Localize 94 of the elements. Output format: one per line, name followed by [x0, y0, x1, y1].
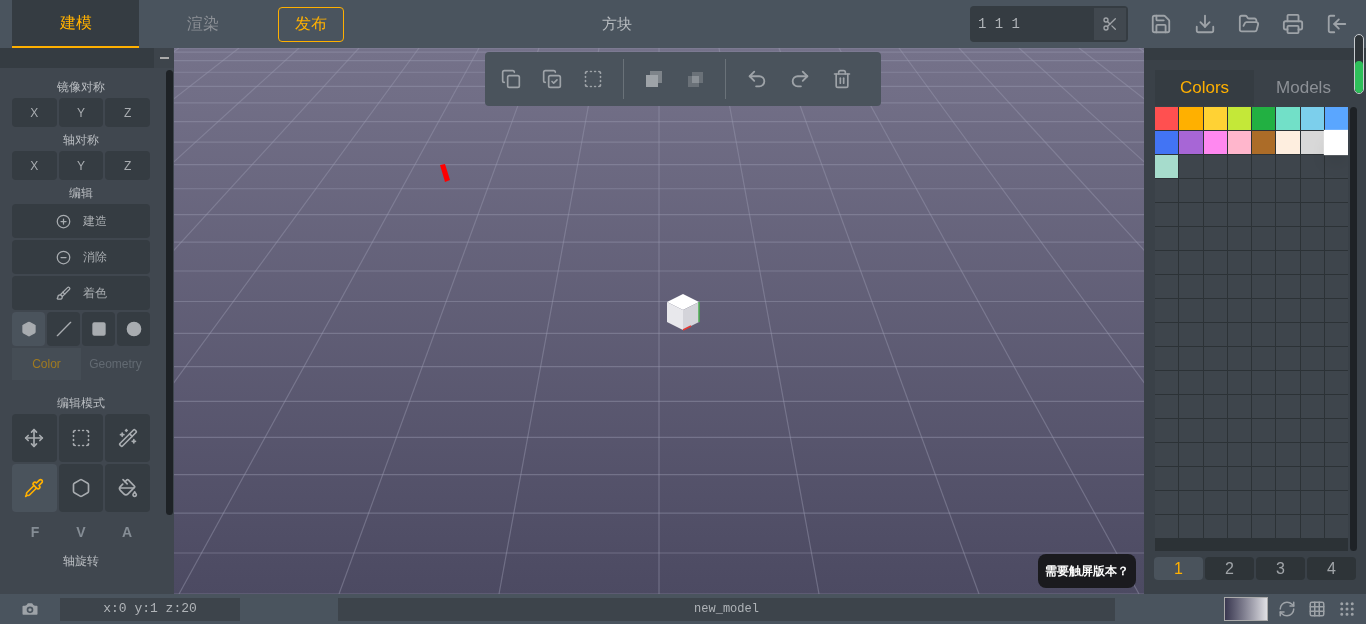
section-title: 轴旋转: [62, 553, 100, 570]
folder-icon[interactable]: [1238, 13, 1260, 35]
color-swatch[interactable]: [1155, 107, 1179, 130]
page-tab[interactable]: 1: [1154, 557, 1203, 580]
color-swatch[interactable]: [1179, 107, 1203, 130]
color-swatch[interactable]: [1155, 155, 1179, 178]
tooltip: 需要触屏版本？: [1038, 554, 1136, 588]
circle-icon: [125, 321, 142, 337]
section-title: 编辑模式: [56, 395, 106, 412]
layers-icon[interactable]: [644, 69, 664, 89]
color-swatch[interactable]: [1300, 107, 1324, 130]
cube-drawing: [665, 293, 701, 331]
axis-button[interactable]: Z: [105, 98, 150, 127]
erase-icon: [55, 249, 71, 265]
shape-tool-button[interactable]: [47, 312, 80, 346]
download-icon[interactable]: [1194, 13, 1216, 35]
marker-drawing: [439, 163, 451, 183]
fva-button[interactable]: F: [12, 516, 58, 548]
color-swatch[interactable]: [1203, 107, 1227, 130]
section-title: 轴对称: [62, 132, 100, 149]
redo-icon[interactable]: [789, 68, 811, 90]
edit-action-button[interactable]: 建造: [12, 204, 150, 238]
axis-button[interactable]: X: [12, 151, 57, 180]
color-swatch[interactable]: [1155, 131, 1179, 154]
dots-grid-icon[interactable]: [1338, 600, 1356, 618]
copy-icon[interactable]: [501, 69, 521, 89]
axis-button[interactable]: X: [12, 98, 57, 127]
page-tab[interactable]: 4: [1307, 557, 1356, 580]
scissors-icon: [1102, 16, 1118, 32]
trash-icon[interactable]: [832, 69, 852, 89]
color-swatch[interactable]: [1252, 107, 1276, 130]
selection-icon: [71, 428, 91, 448]
shape-tool-button[interactable]: [82, 312, 115, 346]
color-swatch[interactable]: [1227, 107, 1251, 130]
line-icon: [55, 321, 72, 337]
axis-button[interactable]: Y: [58, 151, 104, 180]
edit-action-button[interactable]: 消除: [12, 240, 150, 274]
edit-mode-button[interactable]: [12, 414, 57, 462]
edit-mode-button[interactable]: [58, 464, 104, 512]
size-input[interactable]: 1 1 1: [970, 13, 1094, 35]
shape-tool-button[interactable]: [117, 312, 150, 346]
coordinates-display: x:0 y:1 z:20: [60, 597, 240, 621]
model-title: 方块: [602, 13, 632, 34]
section-title: 编辑: [68, 185, 94, 202]
wand-icon: [117, 428, 138, 448]
cube-icon: [20, 321, 37, 337]
save-icon[interactable]: [1150, 13, 1172, 35]
color-swatch[interactable]: [1179, 131, 1203, 154]
rotate-icon[interactable]: [1278, 600, 1296, 618]
edit-action-button[interactable]: 着色: [12, 276, 150, 310]
library-tab[interactable]: Colors: [1155, 70, 1254, 106]
brush-icon: [55, 285, 71, 301]
size-field[interactable]: 1 1 1: [970, 6, 1128, 42]
section-title: 镜像对称: [56, 79, 106, 96]
page-tab[interactable]: 2: [1205, 557, 1254, 580]
minus-icon: [159, 57, 169, 59]
3d-viewport[interactable]: 需要触屏版本？: [174, 48, 1144, 594]
pipette-icon: [24, 478, 45, 498]
dashed-square-icon[interactable]: [583, 69, 603, 89]
library-tab[interactable]: Models: [1254, 70, 1353, 106]
exit-icon[interactable]: [1326, 13, 1348, 35]
move-icon: [24, 428, 45, 448]
layers-icon[interactable]: [685, 69, 705, 89]
publish-button[interactable]: 发布: [278, 6, 344, 42]
color-swatch[interactable]: [1227, 131, 1251, 154]
color-swatch[interactable]: [1203, 131, 1227, 154]
color-swatch[interactable]: [1300, 131, 1324, 154]
printer-icon[interactable]: [1282, 13, 1304, 35]
grid-icon[interactable]: [1308, 600, 1326, 618]
paint-bucket-icon: [117, 478, 138, 498]
edit-mode-button[interactable]: [105, 464, 150, 512]
fva-button[interactable]: A: [104, 516, 150, 548]
add-icon: [55, 213, 71, 229]
fva-button[interactable]: V: [58, 516, 104, 548]
color-swatch[interactable]: [1276, 131, 1300, 154]
axis-button[interactable]: Z: [105, 151, 150, 180]
zoom-slider[interactable]: [1354, 34, 1364, 94]
axis-button[interactable]: Y: [58, 98, 104, 127]
page-tab[interactable]: 3: [1256, 557, 1305, 580]
shape-tool-button[interactable]: [12, 312, 45, 346]
edit-mode-button[interactable]: [105, 414, 150, 462]
color-swatch[interactable]: [1252, 131, 1276, 154]
undo-icon[interactable]: [746, 68, 768, 90]
file-name-field[interactable]: new_model: [338, 597, 1115, 621]
color-swatch[interactable]: [1324, 107, 1348, 130]
mode-tab[interactable]: 建模: [12, 0, 139, 48]
square-icon: [90, 321, 107, 337]
collapse-button[interactable]: [154, 48, 174, 68]
edit-mode-button[interactable]: [12, 464, 57, 512]
copy-check-icon[interactable]: [542, 69, 562, 89]
cut-button[interactable]: [1094, 8, 1126, 40]
background-gradient-swatch[interactable]: [1224, 597, 1268, 621]
color-swatch[interactable]: [1276, 107, 1300, 130]
color-swatch[interactable]: [1323, 129, 1348, 156]
